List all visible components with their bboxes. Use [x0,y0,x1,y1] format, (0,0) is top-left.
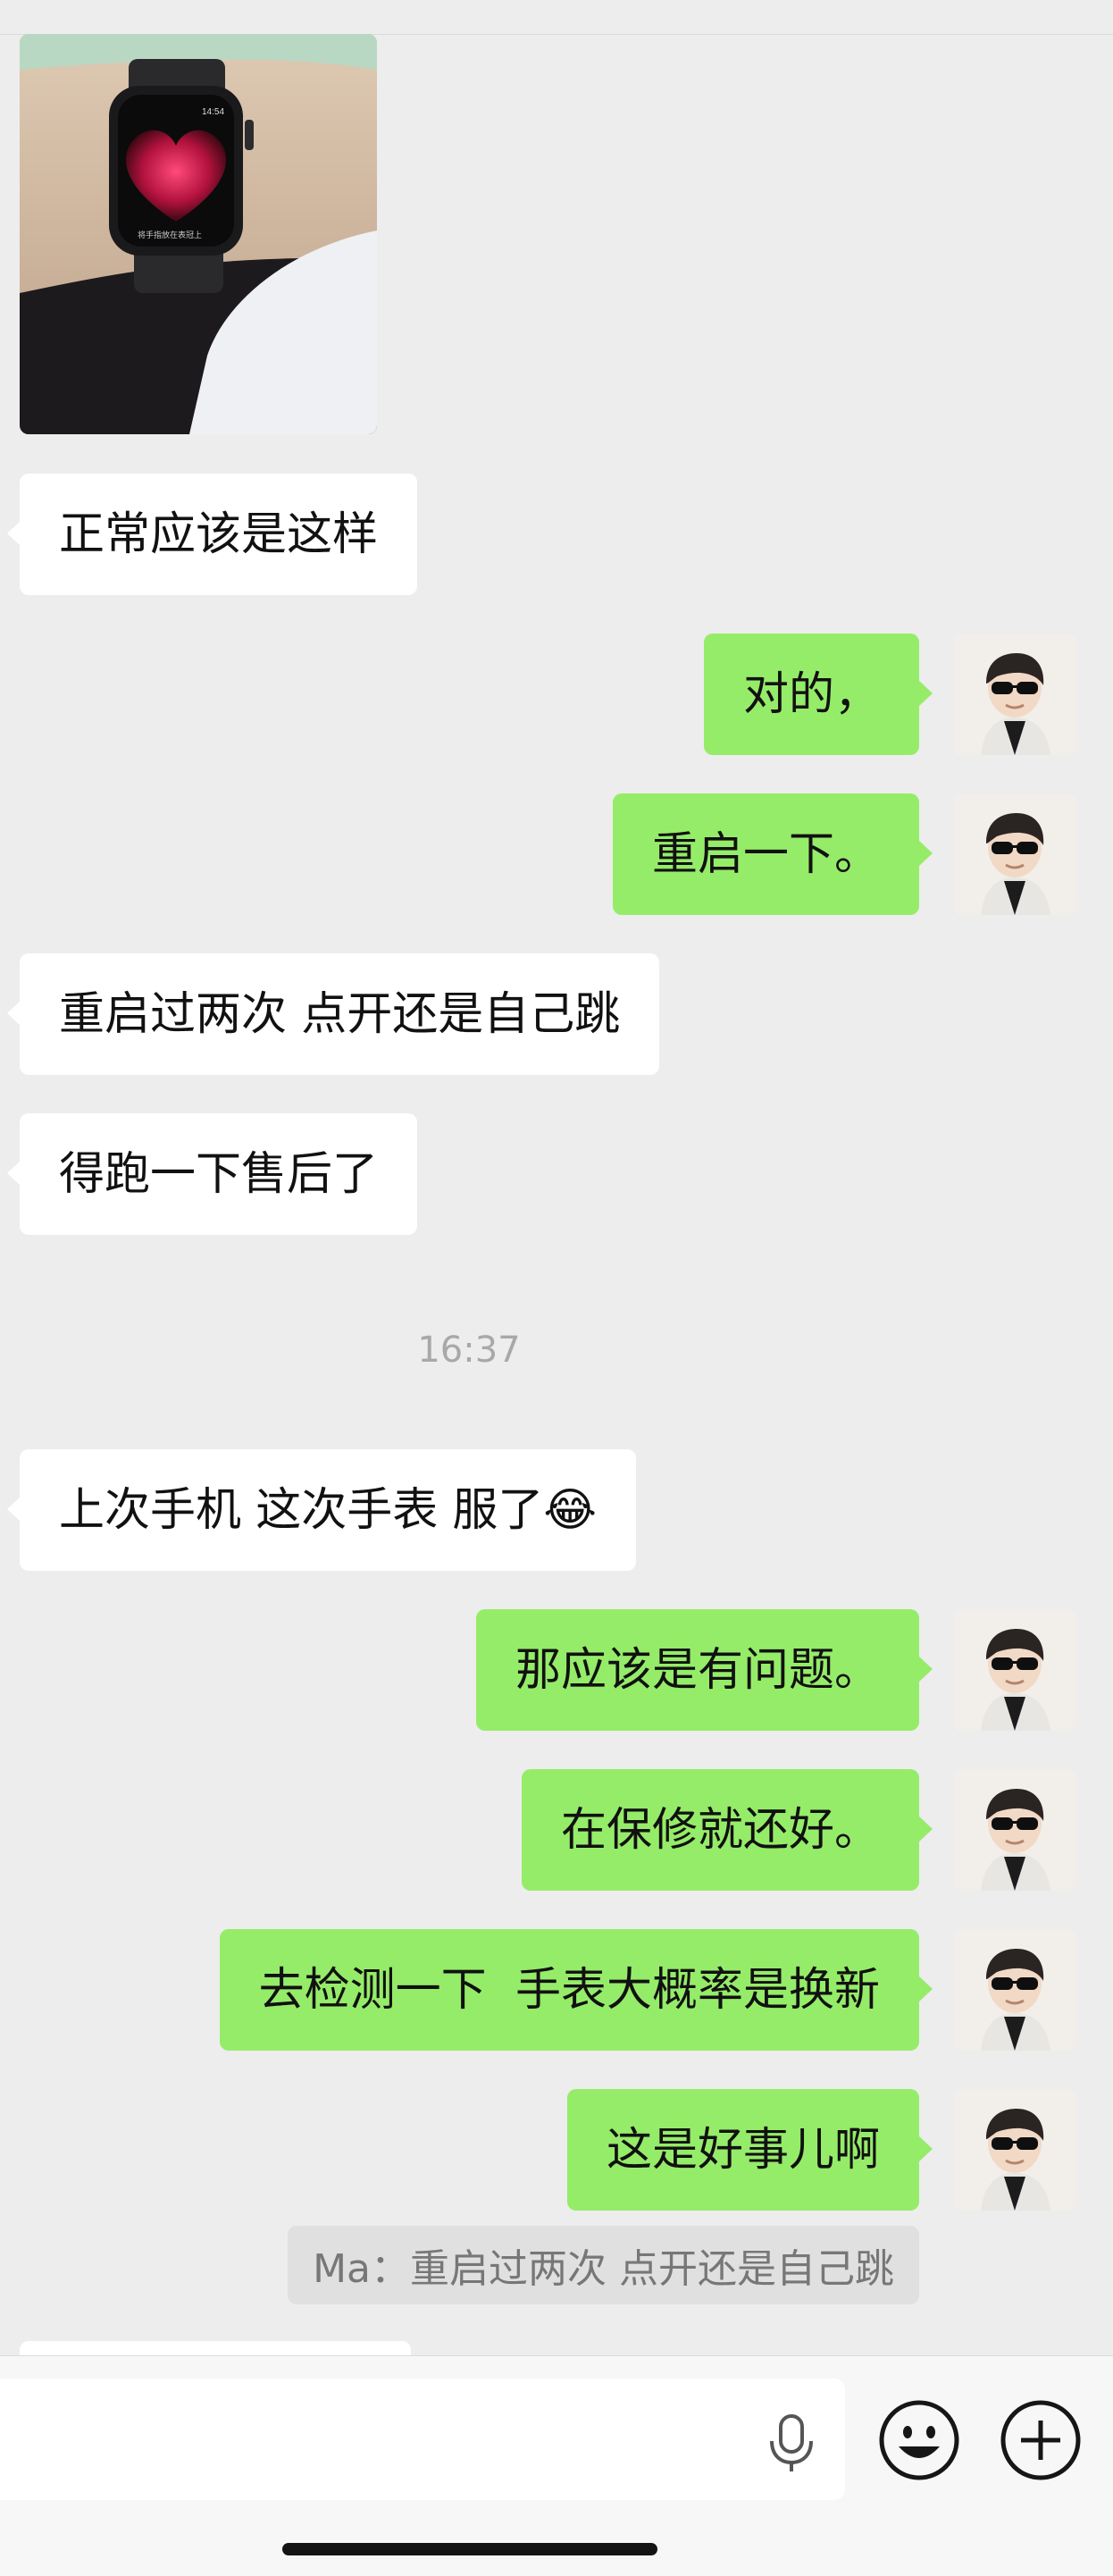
message-text: 正常应该是这样 [59,508,379,561]
message-bubble[interactable]: 正常应该是这样 [6,474,418,595]
watch-time: 14:54 [202,107,224,117]
message-bubble[interactable]: 重启过两次 点开还是自己跳 [6,953,660,1075]
user-avatar[interactable] [954,2089,1075,2211]
message-outgoing[interactable]: 去检测一下 手表大概率是换新 [219,1929,933,2051]
message-incoming[interactable]: 重启过两次 点开还是自己跳 [6,953,660,1075]
chat-timestamp: 16:37 [417,1330,521,1371]
user-avatar[interactable] [954,1929,1075,2051]
home-indicator [282,2543,657,2555]
message-outgoing[interactable]: 对的， [703,634,933,755]
message-text: 去检测一下 手表大概率是换新 [258,1963,880,2017]
message-text: 那应该是有问题。 [515,1643,880,1697]
message-bubble[interactable]: 对的， [703,634,933,755]
message-bubble[interactable]: 得跑一下售后了 [6,1113,418,1235]
user-avatar[interactable] [954,1769,1075,1891]
message-incoming[interactable]: 上次手机 这次手表 服了😂 [6,1449,637,1571]
message-text: 重启过两次 点开还是自己跳 [59,987,621,1041]
message-outgoing[interactable]: 在保修就还好。 [521,1769,933,1891]
message-outgoing[interactable]: 那应该是有问题。 [475,1609,933,1731]
message-incoming[interactable]: 正常应该是这样 [6,474,418,595]
user-avatar[interactable] [954,634,1075,755]
shared-photo-watch[interactable]: 14:54 将手指放在表冠上 [20,34,377,434]
message-incoming[interactable]: 得跑一下售后了 [6,1113,418,1235]
message-bubble[interactable]: 那应该是有问题。 [475,1609,933,1731]
microphone-icon[interactable] [766,2414,816,2473]
message-bubble[interactable]: 去检测一下 手表大概率是换新 [219,1929,933,2051]
user-avatar[interactable] [954,1609,1075,1731]
quoted-reply[interactable]: Ma：重启过两次 点开还是自己跳 [288,2226,919,2304]
message-bubble[interactable]: 重启一下。 [612,793,933,915]
top-divider [0,0,1113,35]
message-outgoing[interactable]: 这是好事儿啊 [566,2089,933,2211]
message-text: 这是好事儿啊 [606,2123,880,2177]
emoji-icon[interactable] [877,2398,961,2482]
message-input[interactable] [0,2379,845,2500]
message-text: 在保修就还好。 [560,1803,880,1857]
message-text: 得跑一下售后了 [59,1147,379,1201]
user-avatar[interactable] [954,793,1075,915]
plus-icon[interactable] [999,2398,1083,2482]
message-text: 上次手机 这次手表 服了😂 [59,1483,598,1537]
message-bubble[interactable]: 这是好事儿啊 [566,2089,933,2211]
watch-caption: 将手指放在表冠上 [138,230,202,240]
message-bubble[interactable]: 在保修就还好。 [521,1769,933,1891]
message-bubble[interactable]: 上次手机 这次手表 服了😂 [6,1449,637,1571]
message-text: 对的， [742,667,880,721]
message-text: 重启一下。 [651,827,880,881]
message-outgoing[interactable]: 重启一下。 [612,793,933,915]
